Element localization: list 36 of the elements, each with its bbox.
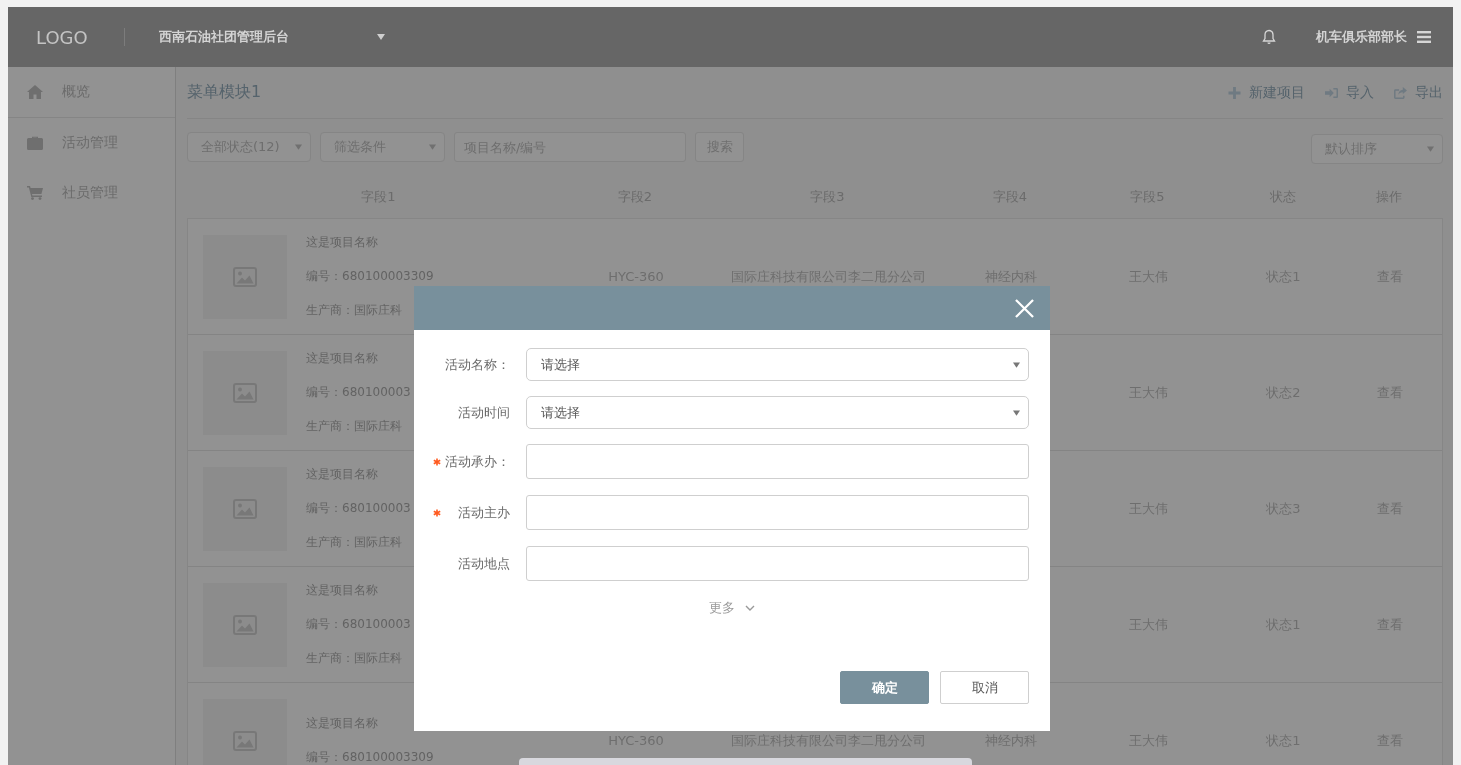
plus-icon xyxy=(1228,86,1241,99)
caret-icon xyxy=(429,144,436,150)
field-label: 活动地点 xyxy=(457,554,510,573)
chevron-down-icon xyxy=(745,605,755,611)
share-icon xyxy=(1394,86,1407,99)
bell-icon[interactable] xyxy=(1262,29,1276,45)
logo: LOGO xyxy=(36,26,88,48)
select-field[interactable]: 请选择 xyxy=(526,348,1029,381)
toolbar-action[interactable]: 导入 xyxy=(1325,83,1374,102)
scrollbar[interactable] xyxy=(519,758,972,765)
select-field[interactable]: 请选择 xyxy=(526,396,1029,429)
input-field[interactable] xyxy=(526,495,1029,530)
caret-icon xyxy=(1013,409,1020,416)
field-label: 活动主办 xyxy=(457,503,510,522)
caret-icon xyxy=(1427,146,1434,152)
home-icon xyxy=(27,85,43,99)
briefcase-icon xyxy=(27,136,43,150)
cart-icon xyxy=(27,186,43,200)
menu-icon[interactable] xyxy=(1417,31,1431,43)
close-icon[interactable] xyxy=(1015,298,1034,318)
confirm-button[interactable]: 确定 xyxy=(840,671,929,704)
field-label: 活动名称： xyxy=(444,355,510,374)
input-field[interactable] xyxy=(526,444,1029,479)
cancel-button[interactable]: 取消 xyxy=(940,671,1029,704)
input-field[interactable] xyxy=(526,546,1029,581)
site-title-dropdown[interactable]: 西南石油社团管理后台 xyxy=(158,28,385,46)
field-label: 活动时间 xyxy=(457,403,510,422)
caret-icon xyxy=(295,144,302,150)
field-label: 活动承办： xyxy=(444,452,510,471)
user-name[interactable]: 机车俱乐部部长 xyxy=(1316,28,1407,46)
toolbar-action[interactable]: 导出 xyxy=(1394,83,1443,102)
caret-icon xyxy=(1013,361,1020,368)
module-title: 菜单模块1 xyxy=(187,82,262,103)
caret-icon xyxy=(376,34,385,40)
sign-in-icon xyxy=(1325,86,1338,99)
more-toggle[interactable]: 更多 xyxy=(709,599,755,617)
